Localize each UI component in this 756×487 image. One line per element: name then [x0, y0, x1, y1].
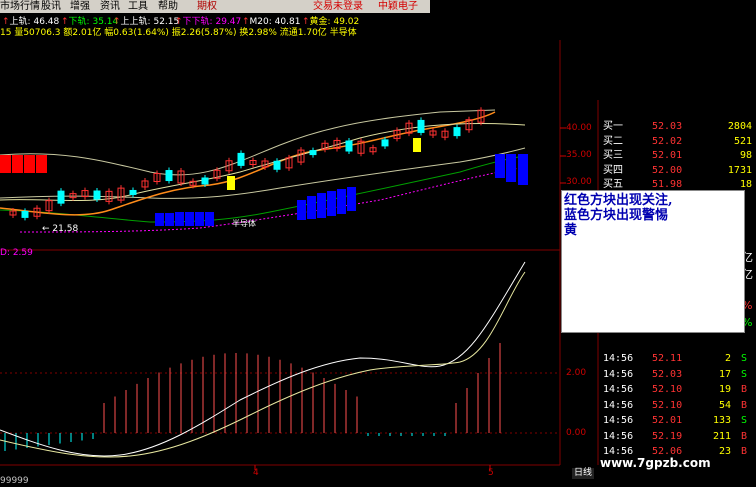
order-level: 买二 — [603, 135, 623, 147]
candle-body — [237, 152, 245, 166]
trade-volume: 54 — [718, 399, 731, 411]
watermark: www.7gpzb.com — [600, 456, 711, 470]
trade-price: 52.10 — [652, 384, 683, 395]
alert-popup[interactable]: 红色方块出现关注, 蓝色方块出现警惕 黄 — [561, 190, 745, 333]
trade-time: 14:56 — [603, 399, 634, 411]
price-axis-label: 35.00 — [566, 150, 592, 160]
trade-row: 14:56 52.10 54 B — [581, 399, 756, 412]
x-axis-label: 5 — [488, 468, 494, 478]
trade-price: 52.11 — [652, 353, 683, 364]
popup-line: 红色方块出现关注, — [564, 193, 673, 208]
price-axis-label: 30.00 — [566, 177, 592, 187]
order-book-row: 买四 52.00 1731 — [603, 164, 756, 177]
red-alert-block — [12, 155, 23, 173]
blue-alert-block — [165, 213, 174, 226]
trade-side: S — [741, 415, 748, 426]
price-axis-label: 40.00 — [566, 123, 592, 133]
order-price: 52.01 — [652, 150, 683, 161]
candle-body — [309, 150, 317, 156]
trade-side: S — [741, 368, 748, 380]
order-price: 52.03 — [652, 121, 683, 132]
trade-side: B — [741, 384, 748, 395]
trade-volume: 17 — [718, 368, 731, 380]
trade-row: 14:56 52.01 133 S — [581, 414, 756, 427]
trade-time: 14:56 — [603, 415, 634, 426]
blue-alert-block — [495, 154, 505, 178]
trade-row: 14:56 52.03 17 S — [581, 368, 756, 381]
order-volume: 2804 — [727, 121, 752, 132]
candle-body — [453, 127, 461, 137]
blue-alert-block — [518, 154, 528, 185]
trade-volume: 133 — [712, 415, 731, 426]
trade-side: B — [741, 399, 748, 411]
order-level: 买一 — [603, 121, 623, 132]
blue-alert-block — [297, 200, 306, 220]
order-price: 52.02 — [652, 135, 683, 147]
candle-body — [381, 139, 389, 147]
order-book-row: 买一 52.03 2804 — [603, 120, 756, 133]
trade-price: 52.19 — [652, 430, 683, 442]
candle-body — [129, 189, 137, 195]
blue-alert-block — [337, 189, 346, 214]
order-level: 买四 — [603, 164, 623, 176]
candle-body — [93, 190, 101, 200]
popup-line: 蓝色方块出现警惕 — [564, 208, 669, 223]
blue-alert-block — [506, 154, 516, 182]
trade-side: B — [741, 430, 748, 442]
candle-body — [165, 170, 173, 182]
blue-alert-block — [175, 212, 184, 226]
candle-body — [21, 210, 29, 218]
candle-body — [201, 177, 209, 185]
trade-time: 14:56 — [603, 384, 634, 395]
candle-body — [57, 190, 65, 204]
trade-price: 52.10 — [652, 399, 683, 411]
order-volume: 521 — [733, 135, 752, 147]
trade-row: 14:56 52.19 211 B — [581, 430, 756, 443]
candle-body — [273, 160, 281, 170]
order-volume: 1731 — [727, 164, 752, 176]
period-tab[interactable]: 日线 — [572, 468, 595, 479]
trade-volume: 19 — [718, 384, 731, 395]
blue-alert-block — [205, 212, 214, 226]
yellow-candle — [227, 176, 235, 190]
red-alert-block — [0, 155, 11, 173]
blue-alert-block — [317, 193, 326, 218]
popup-line: 黄 — [564, 223, 578, 238]
blue-alert-block — [307, 196, 316, 219]
trade-side: B — [741, 446, 748, 457]
candle-body — [345, 140, 353, 152]
blue-alert-block — [185, 212, 194, 226]
red-alert-block — [24, 155, 35, 173]
blue-alert-block — [327, 191, 336, 216]
trade-price: 52.01 — [652, 415, 683, 426]
order-book-row: 买二 52.02 521 — [603, 135, 756, 148]
candle-body — [417, 119, 425, 133]
trade-side: S — [741, 353, 748, 364]
red-alert-block — [36, 155, 47, 173]
order-level: 买三 — [603, 150, 623, 161]
order-book-row: 买三 52.01 98 — [603, 149, 756, 162]
trade-time: 14:56 — [603, 353, 634, 364]
low-price-marker: ← 21.58 — [42, 224, 79, 234]
x-axis-label: 4 — [253, 468, 259, 478]
trade-time: 14:56 — [603, 430, 634, 442]
trade-time: 14:56 — [603, 368, 634, 380]
macd-label: D: 2.59 — [0, 248, 33, 258]
blue-alert-block — [195, 212, 204, 226]
order-price: 52.00 — [652, 164, 683, 176]
trade-volume: 2 — [724, 353, 731, 364]
chart-annotation: 半导体 — [232, 219, 256, 228]
blue-alert-block — [347, 187, 356, 211]
trade-price: 52.03 — [652, 368, 683, 380]
order-volume: 98 — [739, 150, 752, 161]
blue-alert-block — [155, 213, 164, 226]
trade-row: 14:56 52.10 19 B — [581, 383, 756, 396]
yellow-candle — [413, 138, 421, 152]
trade-volume: 211 — [712, 430, 731, 442]
trade-row: 14:56 52.11 2 S — [581, 352, 756, 365]
stock-code: 99999 — [0, 476, 29, 486]
